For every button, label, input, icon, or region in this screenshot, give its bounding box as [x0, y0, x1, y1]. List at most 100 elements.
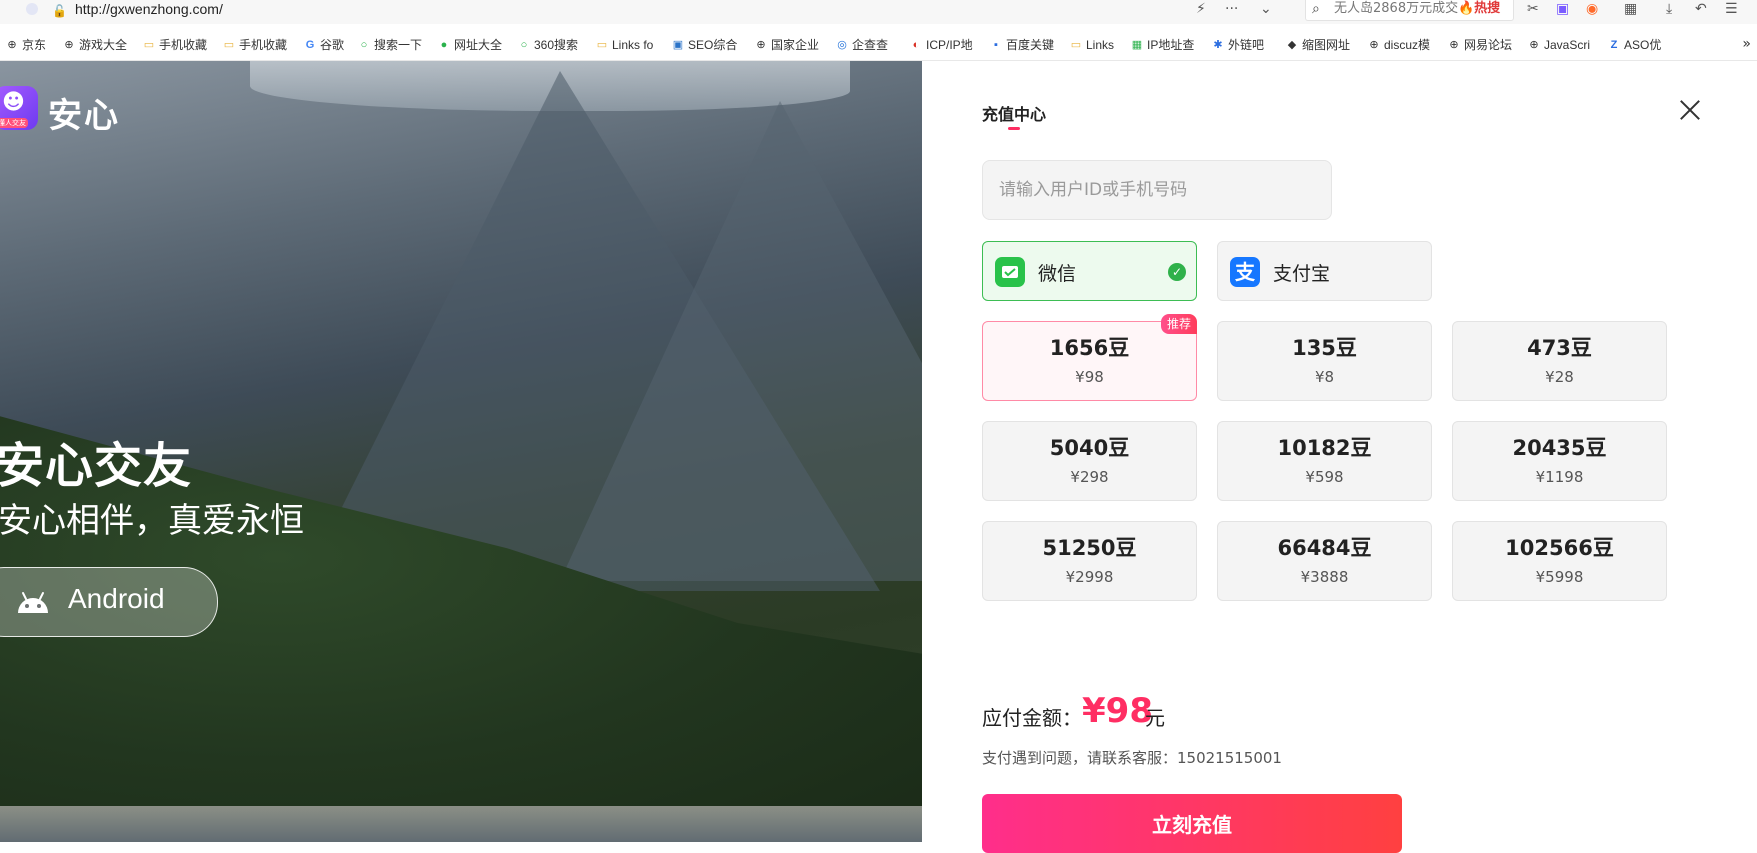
package-beans: 102566豆	[1505, 536, 1614, 560]
android-download-button[interactable]: Android	[0, 567, 218, 637]
gamepad-icon[interactable]: ◉	[1586, 0, 1598, 18]
hero-subtitle: 安心相伴，真爱永恒	[0, 501, 304, 541]
package-price: ¥2998	[1065, 568, 1114, 586]
payment-label: 支付宝	[1273, 263, 1331, 285]
package-beans: 66484豆	[1277, 536, 1372, 560]
site-icon: ◆	[1287, 39, 1297, 51]
search-engine-icon: ○	[520, 39, 528, 51]
more-icon[interactable]: ···	[1225, 0, 1238, 18]
bookmark-item[interactable]: ◐ ICP/IP地	[910, 36, 978, 54]
app-name: 安心	[48, 96, 120, 136]
bookmark-item[interactable]: ▣ SEO综合	[672, 36, 742, 54]
package-option[interactable]: 66484豆 ¥3888	[1217, 521, 1432, 601]
close-icon[interactable]	[1677, 97, 1703, 123]
package-option[interactable]: 5040豆 ¥298	[982, 421, 1197, 501]
insecure-lock-icon[interactable]: 🔓	[52, 4, 67, 18]
package-beans: 10182豆	[1277, 436, 1372, 460]
globe-icon: ⊕	[64, 39, 74, 51]
bookmark-item[interactable]: ▦ IP地址查	[1131, 36, 1199, 54]
package-beans: 5040豆	[1049, 436, 1130, 460]
globe-icon: ⊕	[1369, 39, 1379, 51]
bookmark-item[interactable]: ⊕ 游戏大全	[63, 36, 129, 54]
site-icon: ▦	[1131, 39, 1143, 51]
package-option[interactable]: 135豆 ¥8	[1217, 321, 1432, 401]
google-icon: G	[305, 39, 315, 51]
site-icon: Z	[1610, 39, 1618, 51]
payment-option-wechat[interactable]: 微信 ✓	[982, 241, 1197, 301]
menu-icon[interactable]: ☰	[1725, 0, 1738, 18]
bookmark-item[interactable]: ✱ 外链吧	[1212, 36, 1278, 54]
hero-title: 安心交友	[0, 438, 193, 494]
user-id-input[interactable]	[982, 160, 1332, 220]
package-beans: 1656豆	[1049, 336, 1130, 360]
bookmark-item[interactable]: ▭ Links	[1070, 36, 1122, 54]
recharge-submit-button[interactable]: 立刻充值	[982, 794, 1402, 853]
recharge-panel: 充值中心 微信 ✓ 支 支付宝 推荐 1656豆 ¥98 135豆 ¥8 473…	[922, 61, 1757, 853]
bookmark-item[interactable]: ● 网址大全	[438, 36, 508, 54]
android-icon	[18, 592, 48, 613]
search-icon: ⌕	[1312, 1, 1320, 17]
payment-option-alipay[interactable]: 支 支付宝	[1217, 241, 1432, 301]
bookmark-item[interactable]: ▭ 手机收藏	[143, 36, 213, 54]
bookmark-item[interactable]: ◆ 缩图网址	[1286, 36, 1358, 54]
package-option[interactable]: 51250豆 ¥2998	[982, 521, 1197, 601]
package-price: ¥28	[1545, 368, 1574, 386]
scissors-icon[interactable]: ✂	[1527, 0, 1539, 18]
package-price: ¥5998	[1535, 568, 1584, 586]
hero-background: ☻ 懂人交友 安心 安心交友 安心相伴，真爱永恒 Android	[0, 61, 922, 842]
search-engine-icon: ○	[360, 39, 368, 51]
bookmark-item[interactable]: ◎ 企查查	[836, 36, 898, 54]
package-beans: 135豆	[1292, 336, 1357, 360]
package-option[interactable]: 473豆 ¥28	[1452, 321, 1667, 401]
lightning-icon[interactable]: ⚡	[1196, 0, 1206, 18]
site-icon: ◐	[912, 39, 920, 51]
package-price: ¥98	[1075, 368, 1104, 386]
package-price: ¥598	[1305, 468, 1344, 486]
package-beans: 473豆	[1527, 336, 1592, 360]
package-beans: 20435豆	[1512, 436, 1607, 460]
title-underline	[1008, 127, 1020, 130]
wechat-pay-icon	[995, 257, 1025, 287]
bookmark-item[interactable]: Z ASO优	[1608, 36, 1670, 54]
app-logo: ☻ 懂人交友	[0, 86, 38, 130]
bookmark-item[interactable]: G 谷歌	[304, 36, 352, 54]
package-beans: 51250豆	[1042, 536, 1137, 560]
translate-icon[interactable]: ▣	[1556, 0, 1569, 18]
bookmark-item[interactable]: ⊕ 京东	[6, 36, 54, 54]
bookmark-item[interactable]: ⊕ JavaScri	[1528, 36, 1598, 54]
bookmark-item[interactable]: ⊕ 国家企业	[755, 36, 825, 54]
package-price: ¥3888	[1300, 568, 1349, 586]
globe-icon: ⊕	[756, 39, 766, 51]
bookmark-item[interactable]: ▭ 手机收藏	[223, 36, 293, 54]
package-option[interactable]: 10182豆 ¥598	[1217, 421, 1432, 501]
package-option[interactable]: 20435豆 ¥1198	[1452, 421, 1667, 501]
folder-icon: ▭	[223, 39, 235, 51]
folder-icon: ▭	[596, 39, 608, 51]
bookmark-item[interactable]: ⊕ 网易论坛	[1448, 36, 1518, 54]
site-icon: ●	[440, 39, 448, 51]
browser-search-box[interactable]: ⌕ 无人岛2868万元成交 🔥热搜	[1305, 0, 1514, 21]
panel-title: 充值中心	[982, 105, 1047, 124]
url-field[interactable]: http://gxwenzhong.com/	[75, 0, 223, 18]
paw-icon: ✱	[1213, 39, 1223, 51]
chevron-down-icon[interactable]: ⌄	[1260, 0, 1272, 18]
globe-icon: ⊕	[7, 39, 17, 51]
bookmark-item[interactable]: ▭ Links fo	[596, 36, 660, 54]
bookmark-item[interactable]: ○ 360搜索	[518, 36, 584, 54]
download-icon[interactable]: ⤓	[1666, 0, 1672, 18]
package-option[interactable]: 102566豆 ¥5998	[1452, 521, 1667, 601]
folder-icon: ▭	[143, 39, 155, 51]
bookmark-item[interactable]: ○ 搜索一下	[358, 36, 428, 54]
recommended-badge: 推荐	[1160, 314, 1197, 334]
globe-icon: ⊕	[1449, 39, 1459, 51]
amount-due-unit: 元	[1145, 706, 1165, 730]
package-option[interactable]: 推荐 1656豆 ¥98	[982, 314, 1197, 401]
bookmarks-overflow-icon[interactable]: »	[1742, 36, 1751, 52]
globe-icon: ⊕	[1529, 39, 1539, 51]
hot-search-label: 🔥热搜	[1458, 0, 1513, 18]
bookmark-item[interactable]: ⊕ discuz模	[1368, 36, 1438, 54]
bookmark-item[interactable]: ▪ 百度关键	[990, 36, 1058, 54]
android-label: Android	[68, 583, 165, 614]
undo-icon[interactable]: ↶	[1695, 0, 1707, 18]
apps-grid-icon[interactable]: ▦	[1624, 0, 1637, 18]
